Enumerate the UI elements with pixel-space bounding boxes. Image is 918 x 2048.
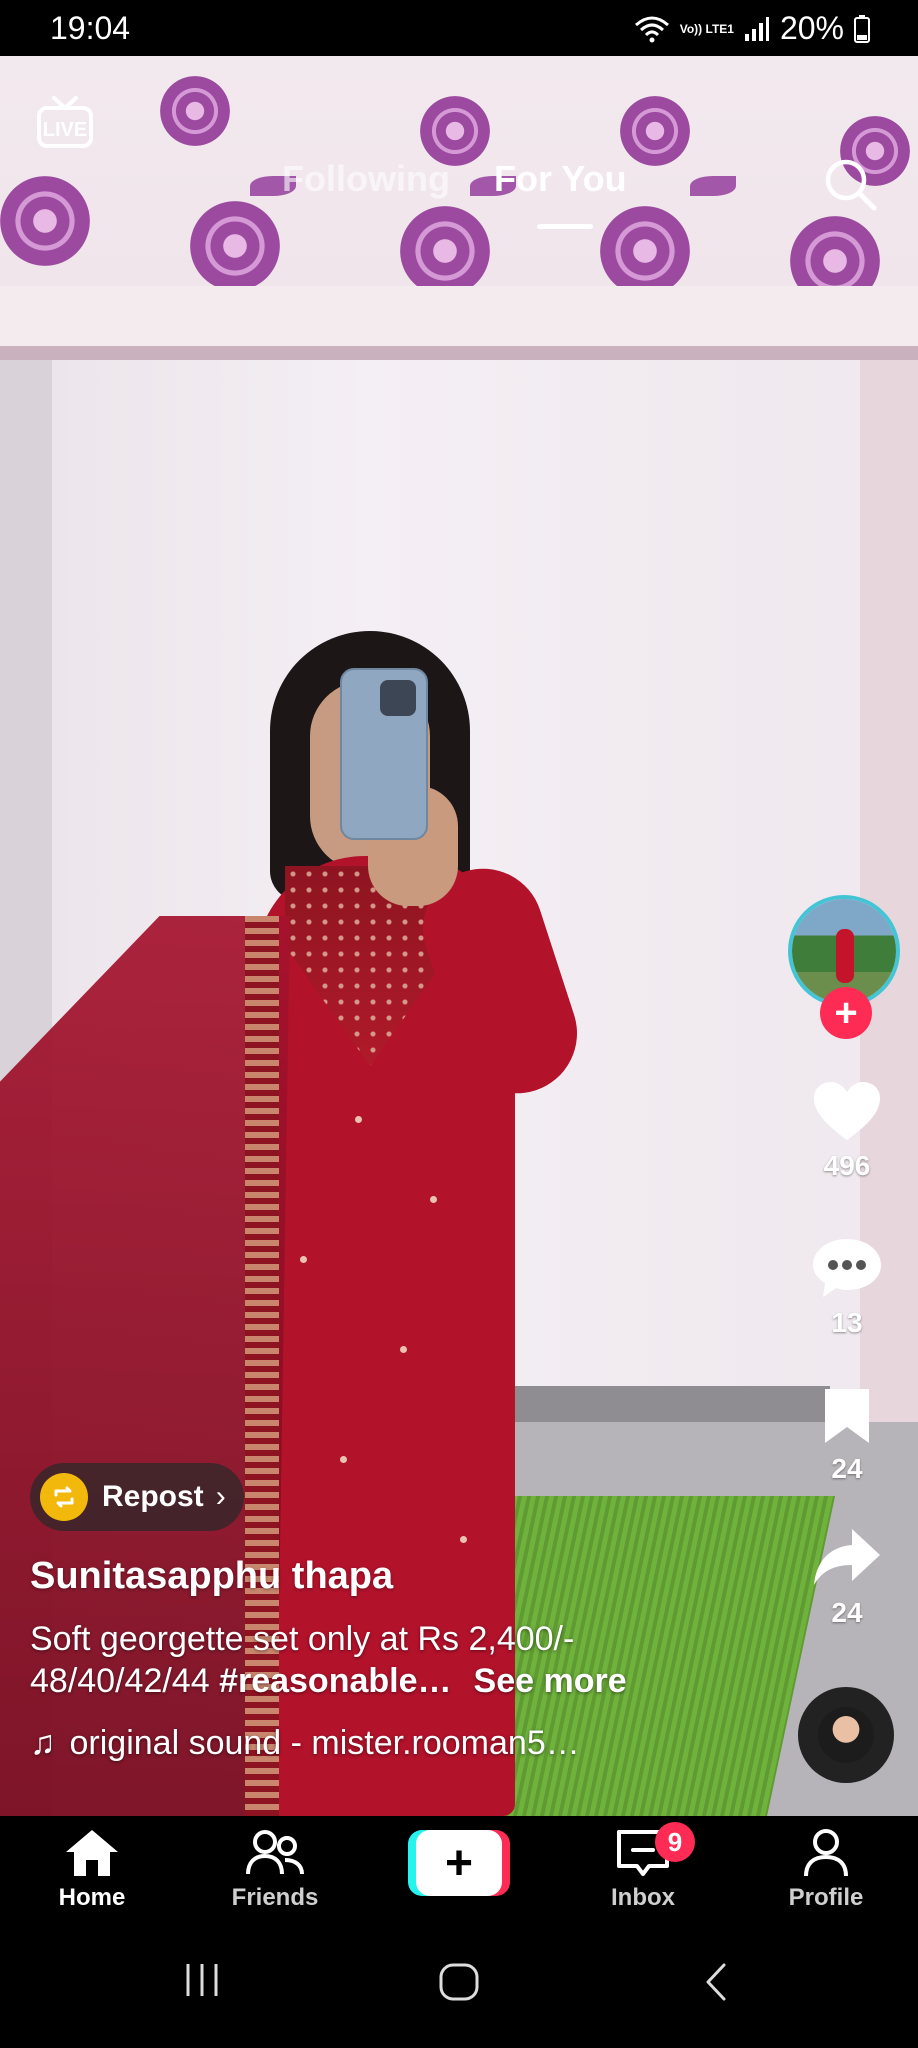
- description-line-2: 48/40/42/44 #reasonable… See more: [30, 1660, 750, 1702]
- repost-icon: [40, 1473, 88, 1521]
- live-label: LIVE: [43, 119, 87, 141]
- status-icons: Vo)) LTE1 20%: [634, 10, 870, 47]
- rose-pattern: [400, 206, 490, 296]
- live-tv-icon[interactable]: LIVE: [36, 94, 94, 152]
- nav-home-label: Home: [58, 1884, 126, 1911]
- heart-icon: [814, 1082, 880, 1140]
- description-line-1: Soft georgette set only at Rs 2,400/-: [30, 1620, 575, 1658]
- music-disc[interactable]: [798, 1687, 894, 1783]
- search-icon[interactable]: [822, 156, 878, 212]
- share-button[interactable]: 24: [780, 1525, 914, 1629]
- repost-chip[interactable]: Repost ›: [30, 1463, 244, 1531]
- nav-friends-label: Friends: [231, 1884, 319, 1911]
- sound-row[interactable]: ♫ original sound - mister.rooman5…: [30, 1724, 750, 1763]
- camera-module: [380, 680, 416, 716]
- favorite-button[interactable]: 24: [780, 1385, 914, 1485]
- bottom-nav: Home Friends + 9 Inbox Profile: [0, 1816, 918, 1928]
- recent-apps-icon[interactable]: [182, 1962, 222, 1998]
- bookmark-icon: [825, 1389, 869, 1443]
- create-button[interactable]: +: [408, 1830, 510, 1896]
- home-icon: [66, 1830, 118, 1876]
- phone-in-hand: [340, 668, 428, 840]
- music-note-icon: ♫: [30, 1724, 56, 1762]
- video-description: Soft georgette set only at Rs 2,400/- 48…: [30, 1618, 750, 1702]
- tiktok-app: 19:04 Vo)) LTE1 20% LIVE Following For Y…: [0, 0, 918, 2048]
- status-time: 19:04: [50, 10, 131, 46]
- battery-icon: [854, 14, 870, 43]
- home-circle-icon[interactable]: [438, 1962, 480, 2002]
- avatar-figure: [836, 929, 854, 983]
- dress-motif: [400, 1346, 407, 1353]
- back-icon[interactable]: [702, 1962, 730, 2002]
- nav-inbox-label: Inbox: [611, 1884, 675, 1911]
- tab-for-you[interactable]: For You: [494, 158, 627, 200]
- favorite-count: 24: [831, 1453, 863, 1484]
- nav-inbox[interactable]: 9 Inbox: [573, 1822, 713, 1912]
- sound-title: original sound - mister.rooman5…: [69, 1724, 580, 1762]
- dress-motif: [340, 1456, 347, 1463]
- description-sizes: 48/40/42/44: [30, 1662, 220, 1700]
- music-disc-avatar: [818, 1707, 874, 1763]
- dress-motif: [300, 1256, 307, 1263]
- tab-following[interactable]: Following: [282, 158, 450, 200]
- network-label: Vo)) LTE1: [679, 21, 734, 36]
- rose-pattern: [190, 201, 280, 291]
- battery-percent: 20%: [779, 10, 844, 46]
- wifi-icon: [634, 16, 669, 42]
- nav-profile[interactable]: Profile: [756, 1828, 896, 1912]
- active-tab-indicator: [537, 224, 593, 229]
- like-count: 496: [823, 1150, 871, 1181]
- comment-icon: [813, 1239, 881, 1297]
- rose-pattern: [600, 206, 690, 296]
- system-navigation-bar: [0, 1928, 918, 2048]
- inbox-badge: 9: [655, 1822, 695, 1862]
- plus-icon: +: [416, 1830, 502, 1896]
- top-nav: LIVE Following For You: [0, 56, 918, 229]
- comment-count: 13: [831, 1307, 863, 1338]
- nav-profile-label: Profile: [788, 1884, 864, 1911]
- like-button[interactable]: 496: [780, 1080, 914, 1182]
- nav-friends[interactable]: Friends: [205, 1828, 345, 1912]
- ceiling-edge: [0, 346, 918, 360]
- video-caption: Repost › Sunitasapphu thapa Soft georget…: [30, 1463, 750, 1763]
- comment-button[interactable]: 13: [780, 1235, 914, 1339]
- repost-label: Repost: [102, 1480, 204, 1513]
- creator-username[interactable]: Sunitasapphu thapa: [30, 1555, 750, 1598]
- wall-band: [0, 286, 918, 346]
- signal-icon: [744, 16, 769, 41]
- dress-motif: [430, 1196, 437, 1203]
- friends-icon: [246, 1830, 304, 1875]
- follow-button[interactable]: +: [820, 987, 872, 1039]
- hashtag-link[interactable]: #reasonable…: [219, 1662, 451, 1700]
- nav-home[interactable]: Home: [22, 1828, 162, 1912]
- share-count: 24: [831, 1597, 863, 1628]
- plus-icon: +: [834, 991, 858, 1035]
- profile-icon: [804, 1829, 848, 1877]
- share-arrow-icon: [814, 1529, 880, 1585]
- chevron-right-icon: ›: [215, 1480, 226, 1513]
- status-bar: 19:04 Vo)) LTE1 20%: [0, 0, 918, 56]
- dress-motif: [355, 1116, 362, 1123]
- see-more-link[interactable]: See more: [474, 1662, 627, 1700]
